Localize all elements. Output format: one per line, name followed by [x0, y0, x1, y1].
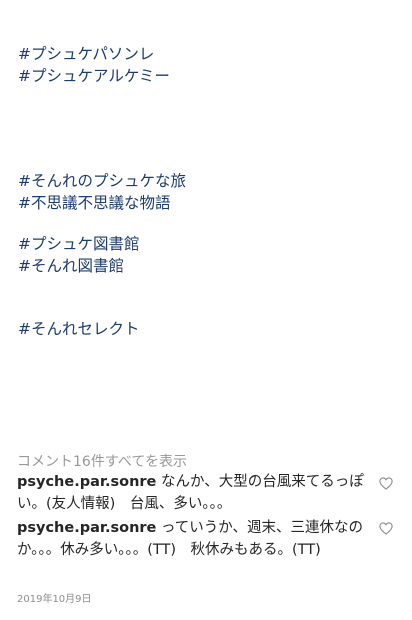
heart-outline-icon[interactable] — [379, 522, 393, 535]
post-timestamp: 2019年10月9日 — [17, 594, 92, 605]
hashtag-link[interactable]: #そんれ図書館 — [18, 256, 398, 278]
comment-item: psyche.par.sonre なんか、大型の台風来てるっぽい。(友人情報) … — [17, 472, 367, 515]
comment-username[interactable]: psyche.par.sonre — [17, 520, 156, 536]
hashtag-link[interactable]: #そんれセレクト — [18, 319, 398, 341]
comment-username[interactable]: psyche.par.sonre — [17, 474, 156, 490]
hashtag-link[interactable]: #プシュケアルケミー — [18, 66, 398, 88]
hashtag-link[interactable]: #不思議不思議な物語 — [18, 193, 398, 215]
hashtag-link[interactable]: #プシュケ図書館 — [18, 234, 398, 256]
comment-item: psyche.par.sonre っていうか、週末、三連休なのか。。。休み多い。… — [17, 518, 367, 561]
hashtag-link[interactable]: #そんれのプシュケな旅 — [18, 171, 398, 193]
hashtag-link[interactable]: #プシュケパソンレ — [18, 44, 398, 66]
heart-outline-icon[interactable] — [379, 477, 393, 490]
view-all-comments-link[interactable]: コメント16件すべてを表示 — [17, 451, 187, 471]
post-caption: #プシュケパソンレ #プシュケアルケミー #そんれのプシュケな旅 #不思議不思議… — [18, 44, 398, 341]
